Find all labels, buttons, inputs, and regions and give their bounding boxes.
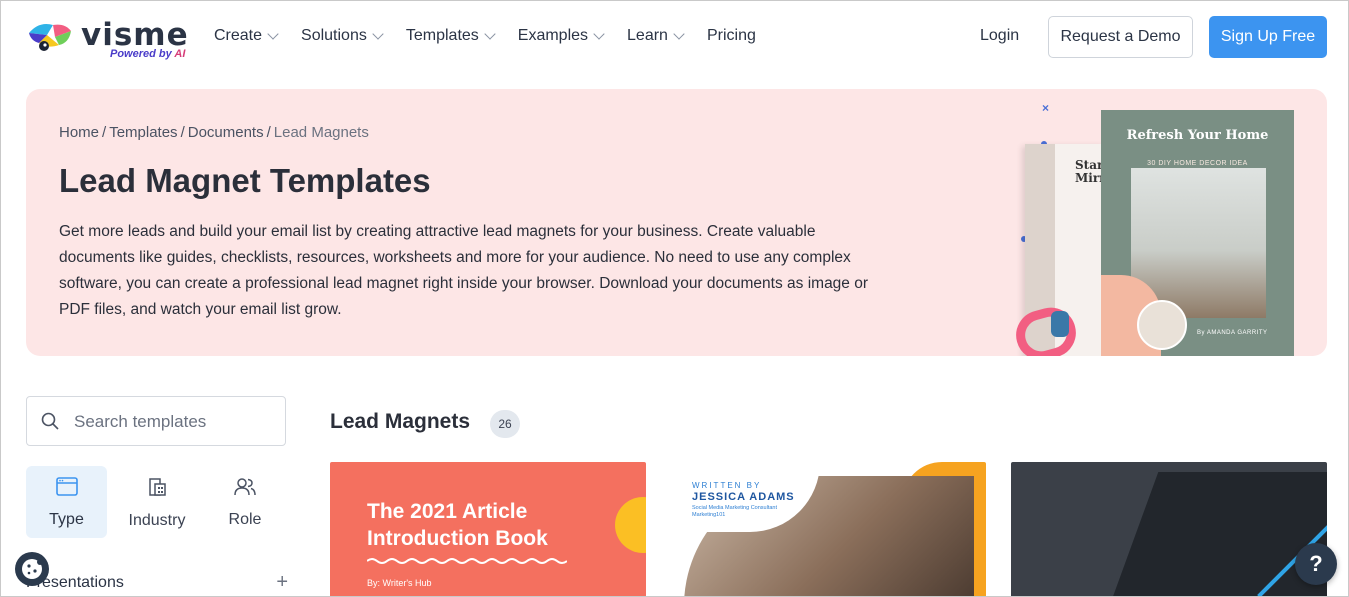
nav-item-label: Learn bbox=[627, 27, 668, 44]
breadcrumb-home[interactable]: Home bbox=[59, 124, 99, 141]
nav-item-solutions[interactable]: Solutions bbox=[301, 27, 384, 45]
template-card[interactable]: The 2021 Article Introduction Book By: W… bbox=[330, 462, 646, 596]
nav-item-label: Templates bbox=[405, 27, 479, 44]
search-input[interactable] bbox=[74, 410, 274, 434]
doc-front-title: Refresh Your Home bbox=[1126, 128, 1269, 143]
sign-up-button[interactable]: Sign Up Free bbox=[1209, 16, 1327, 58]
filter-tab-industry[interactable]: Industry bbox=[117, 466, 197, 538]
chevron-down-icon bbox=[673, 27, 685, 40]
filter-tab-role[interactable]: Role bbox=[205, 466, 285, 538]
section-title: Lead Magnets bbox=[330, 410, 471, 433]
breadcrumb: Home / Templates / Documents / Lead Magnets bbox=[59, 124, 369, 141]
doc-front-avatar bbox=[1137, 300, 1187, 350]
visme-logo[interactable]: visme Powered by AI bbox=[25, 17, 188, 63]
nav-item-label: Create bbox=[214, 27, 263, 44]
logo-tagline: Powered by AI bbox=[110, 48, 185, 60]
doc-preview-front: Refresh Your Home 30 DIY HOME DECOR IDEA… bbox=[1101, 110, 1294, 356]
search-icon bbox=[41, 412, 59, 430]
nav-item-templates[interactable]: Templates bbox=[405, 27, 496, 45]
nav-item-pricing[interactable]: Pricing bbox=[707, 27, 756, 45]
count-badge: 26 bbox=[490, 410, 520, 438]
decor-x-icon: × bbox=[1042, 101, 1050, 115]
page-title: Lead Magnet Templates bbox=[59, 162, 431, 199]
login-link[interactable]: Login bbox=[980, 27, 1019, 45]
nav-item-learn[interactable]: Learn bbox=[627, 27, 685, 45]
hero-banner: Home / Templates / Documents / Lead Magnets Le… bbox=[26, 89, 1327, 356]
doc-front-subtitle: 30 DIY HOME DECOR IDEA bbox=[1147, 160, 1248, 167]
page: visme Powered by AI Create Solutions Tem… bbox=[0, 0, 1349, 597]
chevron-down-icon bbox=[593, 27, 605, 40]
doc-front-byline: By AMANDA GARRITY bbox=[1197, 330, 1268, 336]
chevron-down-icon bbox=[267, 27, 279, 40]
squiggle-divider-icon bbox=[367, 558, 567, 564]
filter-tab-label: Role bbox=[228, 511, 262, 528]
nav-item-examples[interactable]: Examples bbox=[517, 27, 605, 45]
breadcrumb-templates[interactable]: Templates bbox=[109, 124, 177, 141]
visme-logo-mark-icon bbox=[29, 24, 71, 51]
breadcrumb-separator: / bbox=[266, 124, 271, 141]
template-card-title: The 2021 Article Introduction Book bbox=[367, 500, 548, 550]
chevron-down-icon bbox=[372, 27, 384, 40]
main-nav: Create Solutions Templates Examples Lear… bbox=[214, 27, 780, 45]
hero-illustration: × × Star Mirr Refresh Your Home 30 DIY H… bbox=[1001, 99, 1327, 356]
logo-tagline-ai: AI bbox=[174, 48, 186, 60]
cookie-icon bbox=[22, 559, 43, 579]
filter-tab-label: Type bbox=[49, 511, 84, 528]
template-card[interactable] bbox=[1011, 462, 1327, 596]
nav-item-label: Pricing bbox=[706, 27, 756, 44]
template-card-author: JESSICA ADAMS bbox=[692, 491, 795, 503]
template-card[interactable]: WRITTEN BY JESSICA ADAMS Social Media Ma… bbox=[670, 462, 986, 596]
cookie-settings-icon[interactable] bbox=[15, 552, 49, 586]
decor-3d-can-icon bbox=[1051, 311, 1069, 337]
browser-window-icon bbox=[55, 477, 78, 496]
decor-sun-icon bbox=[615, 497, 646, 553]
help-button[interactable]: ? bbox=[1295, 543, 1337, 585]
nav-item-label: Examples bbox=[517, 27, 589, 44]
chevron-down-icon bbox=[484, 27, 496, 40]
page-description: Get more leads and build your email list… bbox=[59, 223, 869, 318]
nav-item-label: Solutions bbox=[301, 27, 367, 44]
plus-icon[interactable]: + bbox=[276, 571, 288, 594]
logo-tagline-prefix: Powered by bbox=[110, 48, 175, 60]
site-header: visme Powered by AI Create Solutions Tem… bbox=[1, 1, 1348, 75]
template-card-laptop-screen bbox=[1103, 472, 1327, 596]
template-card-written-by: WRITTEN BY bbox=[692, 481, 762, 490]
breadcrumb-documents[interactable]: Documents bbox=[188, 124, 264, 141]
search-box bbox=[26, 396, 286, 446]
breadcrumb-separator: / bbox=[180, 124, 185, 141]
filter-tab-type[interactable]: Type bbox=[26, 466, 107, 538]
buildings-icon bbox=[149, 478, 166, 496]
breadcrumb-current: Lead Magnets bbox=[273, 124, 369, 141]
users-icon bbox=[234, 478, 256, 496]
template-card-byline: By: Writer's Hub bbox=[367, 578, 432, 588]
template-card-role: Social Media Marketing Consultant Market… bbox=[692, 505, 777, 518]
request-demo-button[interactable]: Request a Demo bbox=[1048, 16, 1193, 58]
nav-item-create[interactable]: Create bbox=[214, 27, 279, 45]
category-accordion[interactable]: Presentations + bbox=[26, 571, 288, 596]
breadcrumb-separator: / bbox=[102, 124, 107, 141]
filter-tab-label: Industry bbox=[128, 512, 186, 529]
